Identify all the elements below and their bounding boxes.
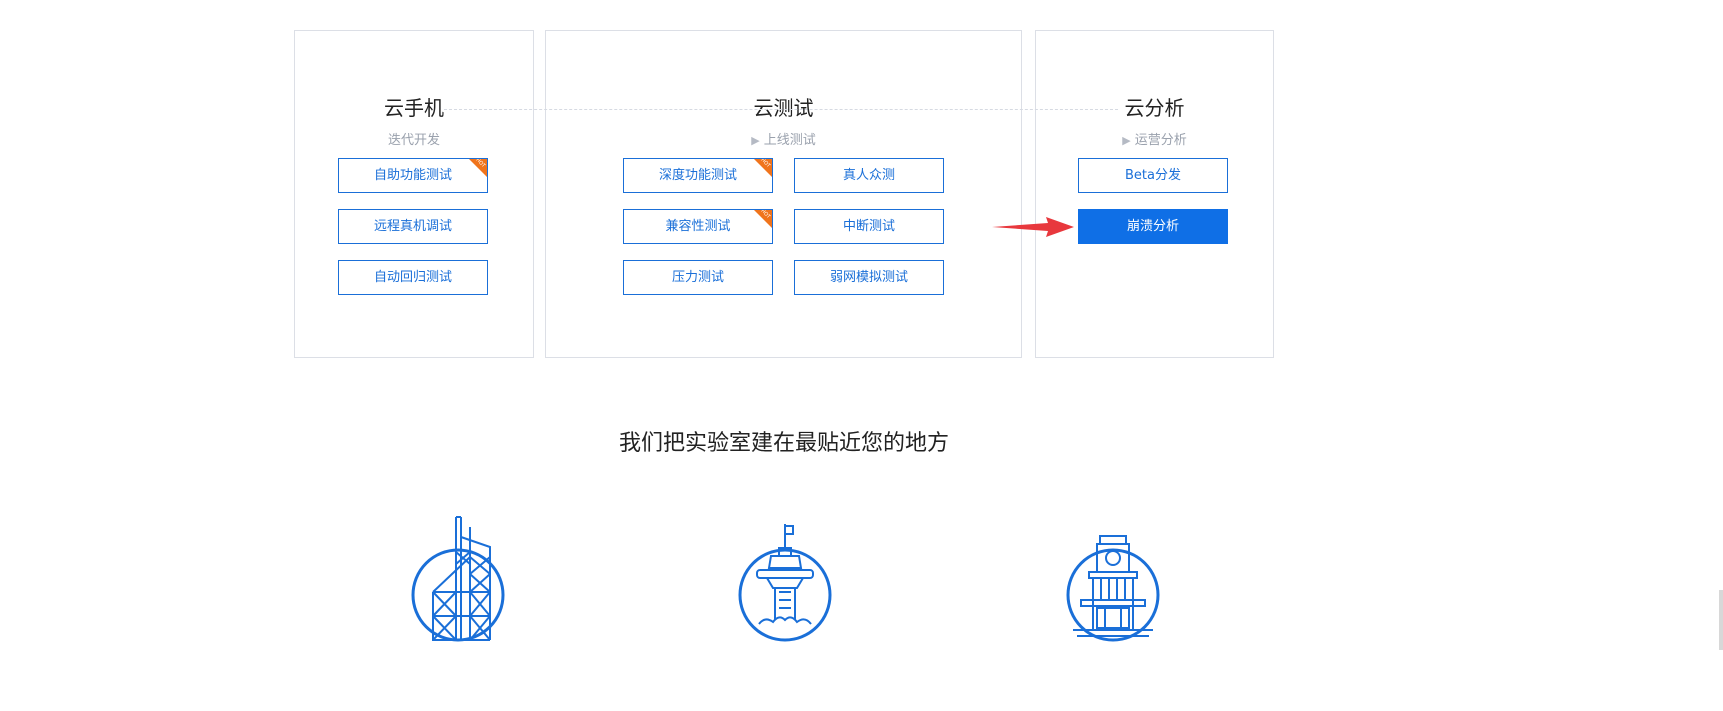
airport-tower-icon xyxy=(738,524,832,642)
interrupt-test-button[interactable]: 中断测试 xyxy=(794,209,944,244)
cloud-test-panel: 云测试 ▶ 上线测试 深度功能测试 HOT 真人众测 兼容性测试 HOT 中断测试… xyxy=(545,30,1022,358)
cloud-phone-panel: 云手机 迭代开发 自助功能测试 HOT 远程真机调试 自动回归测试 xyxy=(294,30,534,358)
play-triangle-icon: ▶ xyxy=(1122,134,1131,147)
deep-functional-test-button[interactable]: 深度功能测试 HOT xyxy=(623,158,773,193)
flow-connector-line xyxy=(444,109,1118,110)
crowd-test-button[interactable]: 真人众测 xyxy=(794,158,944,193)
hong-kong-tower-icon xyxy=(411,516,505,642)
crash-analysis-button[interactable]: 崩溃分析 xyxy=(1078,209,1228,244)
panel-title: 云测试 xyxy=(753,96,814,120)
compatibility-test-button[interactable]: 兼容性测试 HOT xyxy=(623,209,773,244)
play-triangle-icon: ▶ xyxy=(751,134,760,147)
auto-regression-test-button[interactable]: 自动回归测试 xyxy=(338,260,488,295)
beta-distribution-button[interactable]: Beta分发 xyxy=(1078,158,1228,193)
self-service-functional-test-button[interactable]: 自助功能测试 HOT xyxy=(338,158,488,193)
panel-subtitle: ▶ 运营分析 xyxy=(1036,132,1273,150)
red-arrow-annotation xyxy=(992,217,1074,237)
cloud-analysis-panel: 云分析 ▶ 运营分析 Beta分发 崩溃分析 xyxy=(1035,30,1274,358)
stress-test-button[interactable]: 压力测试 xyxy=(623,260,773,295)
scrollbar[interactable] xyxy=(1719,590,1723,650)
section-title: 我们把实验室建在最贴近您的地方 xyxy=(618,431,949,456)
panel-subtitle: 迭代开发 xyxy=(295,132,533,150)
panel-subtitle: ▶ 上线测试 xyxy=(546,132,1021,150)
panel-title: 云分析 xyxy=(1124,96,1185,120)
remote-device-debug-button[interactable]: 远程真机调试 xyxy=(338,209,488,244)
panel-title: 云手机 xyxy=(384,96,444,120)
clock-building-icon xyxy=(1066,535,1160,642)
weak-network-simulation-button[interactable]: 弱网模拟测试 xyxy=(794,260,944,295)
